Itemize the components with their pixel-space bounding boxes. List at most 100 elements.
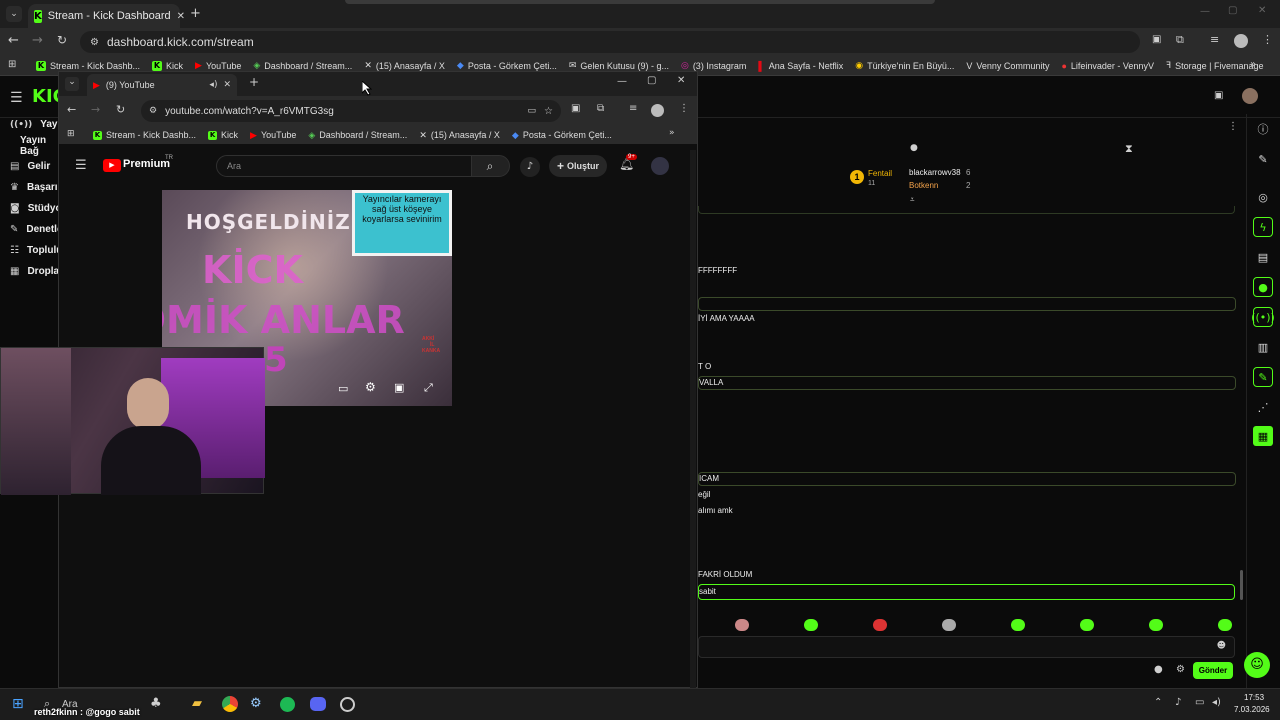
tab-search-icon[interactable]: ⌄	[6, 6, 22, 22]
youtube-avatar[interactable]	[651, 157, 669, 175]
speaker-icon[interactable]: ◂)	[209, 80, 217, 90]
profile-avatar[interactable]	[1234, 34, 1248, 48]
more-bookmarks-icon[interactable]: »	[669, 128, 675, 138]
layers-icon[interactable]: ▥	[1253, 337, 1273, 357]
outer-tab-kick[interactable]: K Stream - Kick Dashboard ✕	[28, 4, 185, 28]
media-icon[interactable]: ≡	[629, 103, 637, 114]
site-info-icon[interactable]: ⚙	[90, 37, 99, 48]
theater-mode-icon[interactable]: ▣	[394, 381, 404, 394]
maximize-icon[interactable]: ▢	[647, 75, 656, 86]
puzzle-icon[interactable]: ⧉	[597, 103, 604, 114]
bookmark-item[interactable]: K Stream - Kick Dashb...	[93, 130, 196, 140]
bookmark-item[interactable]: ✉ Gelen Kutusu (9) - g...	[569, 60, 669, 71]
close-icon[interactable]: ✕	[223, 80, 231, 90]
widgets-icon[interactable]: ♣	[150, 696, 162, 711]
clock-time[interactable]: 17:53	[1244, 693, 1264, 702]
close-icon[interactable]: ✕	[177, 11, 185, 22]
youtube-search-input[interactable]: Ara	[216, 155, 472, 177]
hourglass-icon[interactable]: ⧗	[1125, 142, 1133, 156]
bookmark-item[interactable]: ◈ Dashboard / Stream...	[308, 130, 407, 141]
emoji-icon[interactable]: ☻	[1217, 641, 1226, 651]
forward-icon[interactable]: →	[32, 33, 43, 48]
bookmark-item[interactable]: ◎ (3) Instagram	[681, 60, 746, 71]
steam-icon[interactable]: ⚙	[250, 696, 262, 711]
tool-icon[interactable]: ✎	[1253, 367, 1273, 387]
bookmark-item[interactable]: ▌ Ana Sayfa - Netflix	[758, 61, 843, 71]
studio-icon[interactable]: ▣	[1214, 90, 1223, 101]
site-info-icon[interactable]: ⚙	[149, 106, 157, 116]
menu-dots-icon[interactable]: ⋮	[679, 103, 689, 114]
youtube-scrollbar[interactable]	[690, 150, 696, 688]
maximize-icon[interactable]: ▢	[1228, 5, 1237, 16]
minimize-icon[interactable]: —	[1200, 6, 1210, 17]
sidebar-item-denetle[interactable]: ✎ Denetle	[0, 219, 63, 240]
stream-icon[interactable]: ((•))	[1251, 307, 1275, 327]
bookmark-star-icon[interactable]: ☆	[544, 106, 553, 117]
bookmark-item[interactable]: ▶ YouTube	[250, 130, 296, 141]
menu-dots-icon[interactable]: ⋮	[1262, 33, 1273, 46]
extension-icon[interactable]: ▣	[571, 103, 580, 114]
send-button[interactable]: Gönder	[1193, 662, 1233, 679]
bookmark-item[interactable]: ● Lifeinvader - VennyV	[1061, 61, 1154, 71]
bookmark-item[interactable]: ◆ Posta - Görkem Çeti...	[457, 60, 557, 71]
emote-icon[interactable]	[1080, 619, 1094, 631]
chat-scrollbar[interactable]	[1240, 570, 1243, 600]
window-close-icon[interactable]: ✕	[1258, 5, 1266, 16]
chat-input[interactable]: ☻	[698, 636, 1235, 658]
bookmark-item[interactable]: ◉ Türkiye'nin En Büyü...	[855, 60, 954, 71]
bookmark-item[interactable]: ✕ (15) Anasayfa / X	[364, 60, 445, 71]
chat-menu-icon[interactable]: ⋮	[1228, 121, 1238, 132]
windows-start-icon[interactable]: ⊞	[12, 696, 24, 712]
reload-icon[interactable]: ↻	[116, 103, 125, 116]
gear-icon[interactable]: ⚙	[1176, 664, 1185, 675]
back-icon[interactable]: ←	[8, 33, 19, 48]
fullscreen-icon[interactable]: ⤢	[424, 381, 433, 395]
emote-icon[interactable]	[873, 619, 887, 631]
apps-grid-icon[interactable]: ⊞	[67, 129, 75, 139]
bookmark-item[interactable]: ✕ (15) Anasayfa / X	[419, 130, 500, 141]
spotify-icon[interactable]	[280, 697, 295, 712]
mic-icon[interactable]: ♪	[520, 157, 540, 177]
leader-name[interactable]: Fentail	[868, 169, 892, 178]
new-tab-icon[interactable]: +	[249, 75, 259, 89]
discord-icon[interactable]	[310, 697, 326, 711]
bookmark-item[interactable]: ▶ YouTube	[195, 60, 241, 71]
edit-icon[interactable]: ✎	[1253, 149, 1273, 169]
more-bookmarks-icon[interactable]: »	[1250, 59, 1256, 70]
sidebar-item-droplar[interactable]: ▦ Droplar	[0, 261, 63, 282]
bolt-icon[interactable]: ϟ	[1253, 217, 1273, 237]
chat-bubble-icon[interactable]: ●	[910, 143, 918, 153]
kick-avatar[interactable]	[1242, 88, 1258, 104]
outer-address-bar[interactable]: ⚙ dashboard.kick.com/stream	[80, 31, 1140, 53]
tab-search-icon[interactable]: ⌄	[65, 77, 79, 91]
youtube-tab[interactable]: ▶ (9) YouTube ◂) ✕	[87, 74, 237, 96]
reload-icon[interactable]: ↻	[57, 33, 67, 47]
sidebar-item-studyo[interactable]: ◙ Stüdyo	[0, 198, 62, 219]
tray-chevron-icon[interactable]: ⌃	[1154, 697, 1162, 708]
sidebar-item-basarilar[interactable]: ♛ Başarıla	[0, 177, 66, 198]
search-button[interactable]: ⌕	[470, 155, 510, 177]
apps-grid-icon[interactable]: ⊞	[8, 59, 16, 70]
bookmark-item[interactable]: K Stream - Kick Dashb...	[36, 60, 140, 71]
sidebar-item-gelir[interactable]: ▤ Gelir	[0, 156, 60, 177]
sidebar-item-topluluk[interactable]: ☷ Topluluk	[0, 240, 68, 261]
sidebar-item-yayin-bag[interactable]: Yayın Bağ	[0, 135, 60, 157]
extension-icon[interactable]: ▣	[1152, 34, 1161, 45]
puzzle-icon[interactable]: ⧉	[1176, 33, 1184, 47]
clock-date[interactable]: 7.03.2026	[1234, 705, 1270, 714]
bookmark-item[interactable]: ꟻ Storage | Fivemanage	[1166, 60, 1264, 71]
note-icon[interactable]: ▤	[1253, 247, 1273, 267]
new-tab-icon[interactable]: +	[190, 6, 201, 21]
bookmark-item[interactable]: ◈ Dashboard / Stream...	[253, 60, 352, 71]
sidebar-item-yayin[interactable]: ((•)) Yayın	[0, 114, 66, 135]
grid-icon[interactable]: ▦	[1253, 426, 1273, 446]
emote-icon[interactable]	[804, 619, 818, 631]
obs-icon[interactable]	[340, 697, 355, 712]
emote-icon[interactable]	[735, 619, 749, 631]
back-icon[interactable]: ←	[67, 103, 76, 116]
capture-icon[interactable]: ◎	[1253, 187, 1273, 207]
emote-icon[interactable]	[1149, 619, 1163, 631]
cast-icon[interactable]: ▭	[528, 106, 537, 116]
share-icon[interactable]: ⋰	[1253, 397, 1273, 417]
subtitles-icon[interactable]: ▭	[338, 382, 348, 395]
